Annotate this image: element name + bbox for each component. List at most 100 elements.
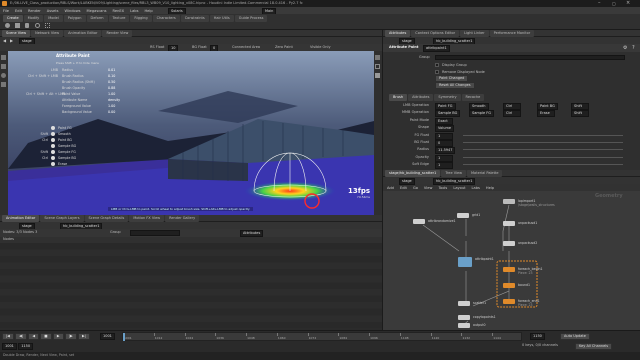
param-slider[interactable]: [463, 142, 623, 143]
network-node[interactable]: [503, 221, 515, 226]
network-pane-tab-1[interactable]: Tree View: [441, 170, 467, 177]
network-menu-tools[interactable]: Tools: [438, 186, 447, 190]
move-tool-icon[interactable]: [1, 64, 6, 69]
jump-start-button[interactable]: |◀: [2, 333, 14, 340]
network-node[interactable]: [458, 315, 470, 320]
help-icon[interactable]: ?: [632, 45, 635, 51]
table-row[interactable]: [0, 309, 382, 315]
param-subtab-symmetry[interactable]: Symmetry: [434, 94, 461, 101]
bottom-left-tab-4[interactable]: Render Gallery: [165, 215, 200, 222]
network-menu-labs[interactable]: Labs: [472, 186, 480, 190]
3d-viewport[interactable]: Attribute Paint Press Shift + H to hide …: [8, 51, 374, 215]
connected-area-toggle[interactable]: Connected Area: [232, 44, 260, 51]
param-subtab-recache[interactable]: Recache: [461, 94, 485, 101]
play-reverse-button[interactable]: ◀: [28, 333, 40, 340]
bottom-left-tab-1[interactable]: Scene Graph Layers: [40, 215, 84, 222]
shelf-tab-texture[interactable]: Texture: [108, 15, 130, 22]
range-end-field[interactable]: 1150: [530, 333, 545, 340]
torus-tool-icon[interactable]: [35, 23, 40, 28]
step-back-button[interactable]: ◀|: [15, 333, 28, 340]
param-pane-tab-2[interactable]: Light Linker: [460, 30, 489, 37]
network-node[interactable]: [503, 267, 515, 272]
option-checkbox[interactable]: [435, 63, 439, 67]
network-canvas[interactable]: Geometry lopimport1/stage/walls_structur…: [383, 191, 640, 330]
node-name-field[interactable]: attribpaint1: [423, 45, 450, 52]
table-row[interactable]: [0, 269, 382, 276]
network-node[interactable]: [413, 219, 425, 224]
rotate-tool-icon[interactable]: [1, 73, 6, 78]
group-field[interactable]: [130, 230, 180, 236]
zero-paint-toggle[interactable]: Zero Paint: [275, 44, 293, 51]
menu-windows[interactable]: Windows: [64, 9, 80, 13]
back-arrow-icon[interactable]: ◀: [3, 37, 6, 44]
network-menu-view[interactable]: View: [424, 186, 433, 190]
grid-tool-icon[interactable]: [45, 23, 50, 28]
param-slider[interactable]: [463, 149, 623, 151]
network-node[interactable]: [503, 283, 515, 288]
bottom-left-tab-3[interactable]: Motion FX View: [129, 215, 165, 222]
menu-render[interactable]: Render: [28, 9, 41, 13]
key-all-button[interactable]: Key All Channels: [575, 343, 613, 350]
network-menu-help[interactable]: Help: [486, 186, 494, 190]
step-forward-button[interactable]: |▶: [64, 333, 77, 340]
group-param-field[interactable]: [435, 55, 625, 60]
current-frame-field[interactable]: 1001: [100, 333, 115, 340]
shelf-tab-constraints[interactable]: Constraints: [180, 15, 209, 22]
shaded-icon[interactable]: [375, 73, 380, 78]
network-node[interactable]: [503, 199, 515, 204]
option-checkbox[interactable]: [435, 69, 439, 74]
menu-file[interactable]: File: [3, 9, 9, 13]
tube-tool-icon[interactable]: [25, 23, 29, 28]
network-node[interactable]: [457, 213, 469, 218]
bottom-left-tab-2[interactable]: Scene Graph Details: [84, 215, 129, 222]
menu-edit[interactable]: Edit: [15, 9, 22, 13]
menu-megascans[interactable]: Megascans: [87, 9, 107, 13]
display-options-icon[interactable]: [375, 55, 380, 60]
network-node[interactable]: [458, 257, 472, 267]
network-node[interactable]: [458, 323, 470, 328]
shelf-tab-model[interactable]: Model: [44, 15, 63, 22]
viewport-tab-3[interactable]: Render View: [102, 30, 133, 37]
gear-icon[interactable]: ⚙: [623, 45, 627, 51]
param-value[interactable]: 1: [435, 162, 453, 170]
viewport-tab-2[interactable]: Animation Editor: [64, 30, 102, 37]
option-button[interactable]: Reset All Changes: [435, 81, 475, 89]
network-menu-layout[interactable]: Layout: [453, 186, 465, 190]
network-node[interactable]: [503, 241, 515, 246]
playhead[interactable]: [123, 333, 125, 341]
select-tool-icon[interactable]: [1, 55, 6, 60]
forward-arrow-icon[interactable]: ▶: [10, 37, 13, 44]
network-menu-edit[interactable]: Edit: [400, 186, 407, 190]
network-menu-add[interactable]: Add: [387, 186, 394, 190]
param-slider[interactable]: [463, 134, 623, 136]
table-row[interactable]: [0, 276, 382, 282]
shelf-tab-polygon[interactable]: Polygon: [63, 15, 86, 22]
sphere-tool-icon[interactable]: [5, 23, 10, 28]
table-row[interactable]: [0, 322, 382, 329]
table-row[interactable]: [0, 302, 382, 309]
shelf-tab-guide-process[interactable]: Guide Process: [234, 15, 268, 22]
jump-end-button[interactable]: ▶|: [78, 333, 90, 340]
menu-labs[interactable]: Labs: [130, 9, 138, 13]
stop-button[interactable]: ■: [40, 333, 52, 340]
table-row[interactable]: [0, 315, 382, 322]
network-pane-tab-0[interactable]: stage/hb_building_scatter1: [385, 170, 441, 177]
shelf-tab-deform[interactable]: Deform: [86, 15, 108, 22]
viewport-tab-0[interactable]: Scene View: [2, 30, 31, 37]
wireframe-icon[interactable]: [375, 64, 380, 69]
visible-only-toggle[interactable]: Visible Only: [310, 44, 331, 51]
table-row[interactable]: [0, 295, 382, 302]
table-row[interactable]: [0, 282, 382, 289]
viewport-tab-1[interactable]: Network View: [31, 30, 64, 37]
table-row[interactable]: [0, 289, 382, 296]
table-row[interactable]: [0, 249, 382, 256]
box-tool-icon[interactable]: [15, 23, 20, 28]
param-pane-tab-1[interactable]: Context Options Editor: [411, 30, 460, 37]
param-slider[interactable]: [463, 156, 623, 158]
shelf-tab-modify[interactable]: Modify: [23, 15, 44, 22]
table-row[interactable]: [0, 243, 382, 249]
close-button[interactable]: ×: [626, 0, 630, 7]
maximize-button[interactable]: ▢: [612, 0, 616, 7]
param-pane-tab-0[interactable]: Attributes: [385, 30, 411, 37]
network-pane-tab-2[interactable]: Material Palette: [467, 170, 503, 177]
